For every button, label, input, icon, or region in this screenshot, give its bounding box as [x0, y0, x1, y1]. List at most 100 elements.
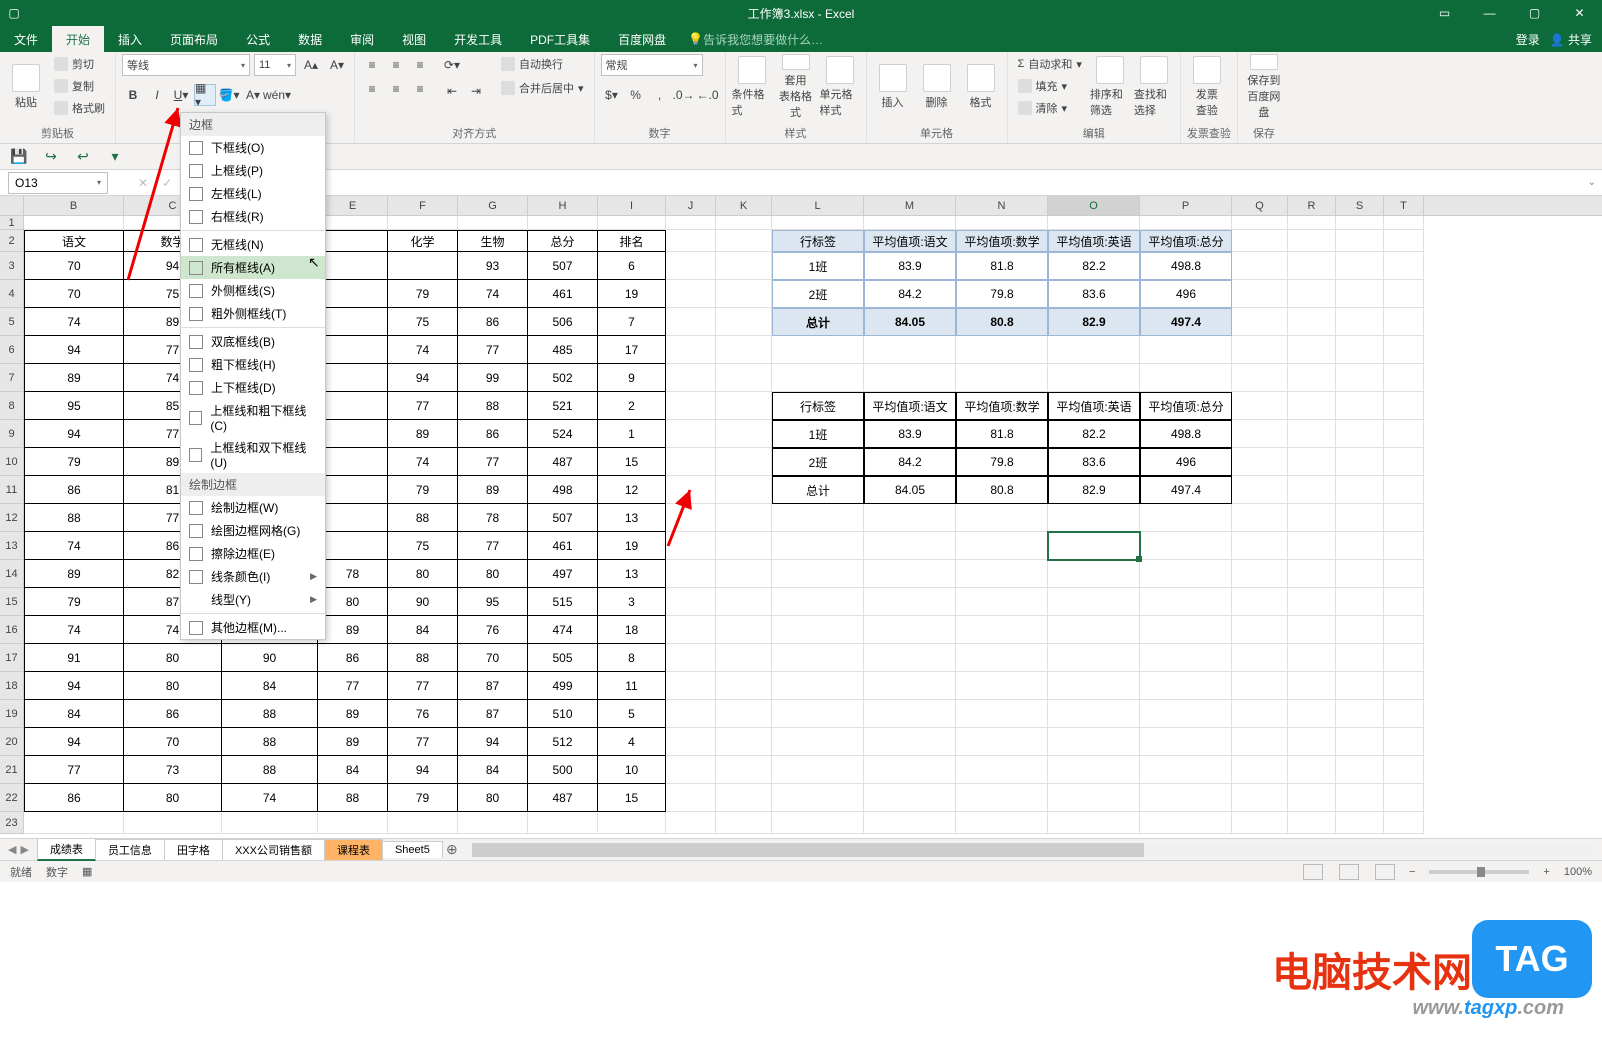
cell[interactable] [716, 216, 772, 230]
cell[interactable] [1232, 616, 1288, 644]
cell[interactable] [1140, 616, 1232, 644]
cell[interactable] [864, 784, 956, 812]
col-header[interactable]: G [458, 196, 528, 215]
sheet-tab[interactable]: 成绩表 [37, 838, 96, 861]
cell[interactable]: 76 [458, 616, 528, 644]
menu-item-top-double-bottom[interactable]: 上框线和双下框线(U) [181, 436, 325, 473]
cell[interactable] [1048, 336, 1140, 364]
font-name-select[interactable]: 等线▾ [122, 54, 250, 76]
tab-formulas[interactable]: 公式 [232, 26, 284, 52]
cell[interactable]: 74 [24, 616, 124, 644]
cell[interactable]: 8 [598, 644, 666, 672]
format-cells-button[interactable]: 格式 [961, 54, 1001, 120]
cell[interactable]: 496 [1140, 280, 1232, 308]
cell[interactable]: 82.2 [1048, 252, 1140, 280]
ribbon-display-icon[interactable]: ▭ [1422, 0, 1467, 26]
cancel-formula-icon[interactable]: ✕ [138, 176, 148, 190]
cell[interactable]: 502 [528, 364, 598, 392]
cell[interactable]: 平均值项:英语 [1048, 392, 1140, 420]
row-header[interactable]: 18 [0, 672, 24, 700]
phonetic-button[interactable]: wén▾ [266, 84, 288, 106]
cell[interactable]: 79 [24, 448, 124, 476]
cell[interactable] [1288, 336, 1336, 364]
cell[interactable]: 510 [528, 700, 598, 728]
cell[interactable] [666, 476, 716, 504]
cell[interactable] [666, 336, 716, 364]
cell[interactable] [716, 644, 772, 672]
menu-item-right-border[interactable]: 右框线(R) [181, 205, 325, 228]
cell[interactable] [1384, 392, 1424, 420]
cell[interactable] [24, 812, 124, 834]
cell[interactable]: 95 [24, 392, 124, 420]
cell[interactable] [666, 756, 716, 784]
cell[interactable] [1336, 448, 1384, 476]
tab-page-layout[interactable]: 页面布局 [156, 26, 232, 52]
increase-font-button[interactable]: A▴ [300, 54, 322, 76]
cell[interactable] [1288, 560, 1336, 588]
cell[interactable]: 86 [458, 308, 528, 336]
cell[interactable]: 89 [318, 700, 388, 728]
col-header[interactable]: J [666, 196, 716, 215]
menu-item-no-border[interactable]: 无框线(N) [181, 233, 325, 256]
cell[interactable] [716, 756, 772, 784]
cell[interactable] [1288, 230, 1336, 252]
menu-item-line-style[interactable]: 线型(Y)▶ [181, 588, 325, 611]
cell[interactable] [1384, 280, 1424, 308]
tab-developer[interactable]: 开发工具 [440, 26, 516, 52]
cell[interactable] [772, 784, 864, 812]
cell[interactable] [1384, 216, 1424, 230]
cell[interactable] [1384, 672, 1424, 700]
cell[interactable] [1288, 364, 1336, 392]
cell[interactable]: 77 [458, 532, 528, 560]
menu-item-outside-border[interactable]: 外侧框线(S) [181, 279, 325, 302]
borders-button[interactable]: ▦ ▾ [194, 84, 216, 106]
cell[interactable] [1336, 532, 1384, 560]
cell[interactable] [1140, 784, 1232, 812]
undo-button[interactable]: ↩ [74, 148, 92, 166]
cell[interactable] [1232, 280, 1288, 308]
qat-customize-button[interactable]: ▾ [106, 148, 124, 166]
cell[interactable] [666, 644, 716, 672]
cell[interactable] [864, 728, 956, 756]
zoom-slider[interactable] [1429, 870, 1529, 874]
cell[interactable]: 13 [598, 560, 666, 588]
percent-button[interactable]: % [625, 84, 647, 106]
cell[interactable]: 89 [24, 560, 124, 588]
cell[interactable] [772, 812, 864, 834]
cell[interactable] [124, 812, 222, 834]
cell[interactable]: 77 [318, 672, 388, 700]
cell[interactable] [1384, 476, 1424, 504]
cell[interactable] [1048, 216, 1140, 230]
slider-thumb[interactable] [1477, 867, 1485, 877]
cell[interactable] [1048, 672, 1140, 700]
cell[interactable]: 4 [598, 728, 666, 756]
cell[interactable] [1140, 700, 1232, 728]
cell[interactable] [1336, 230, 1384, 252]
sort-filter-button[interactable]: 排序和筛选 [1090, 54, 1130, 120]
cell[interactable]: 13 [598, 504, 666, 532]
cell[interactable]: 88 [388, 644, 458, 672]
cell[interactable] [1288, 812, 1336, 834]
cell[interactable]: 90 [222, 644, 318, 672]
cell[interactable] [1336, 280, 1384, 308]
row-header[interactable]: 20 [0, 728, 24, 756]
cell[interactable] [1336, 644, 1384, 672]
cell[interactable] [1384, 252, 1424, 280]
new-sheet-button[interactable]: ⊕ [442, 841, 462, 858]
cell[interactable] [956, 812, 1048, 834]
cell[interactable] [1384, 308, 1424, 336]
cell[interactable] [716, 672, 772, 700]
cell[interactable]: 79 [388, 280, 458, 308]
cell[interactable] [716, 364, 772, 392]
cell[interactable] [318, 448, 388, 476]
cell[interactable]: 84 [388, 616, 458, 644]
cell[interactable] [318, 532, 388, 560]
cell[interactable] [666, 364, 716, 392]
cell[interactable] [1288, 532, 1336, 560]
row-header[interactable]: 2 [0, 230, 24, 252]
cell[interactable] [528, 216, 598, 230]
cell[interactable] [1384, 812, 1424, 834]
cell[interactable]: 497.4 [1140, 476, 1232, 504]
cell[interactable]: 83.9 [864, 420, 956, 448]
cell[interactable] [956, 588, 1048, 616]
